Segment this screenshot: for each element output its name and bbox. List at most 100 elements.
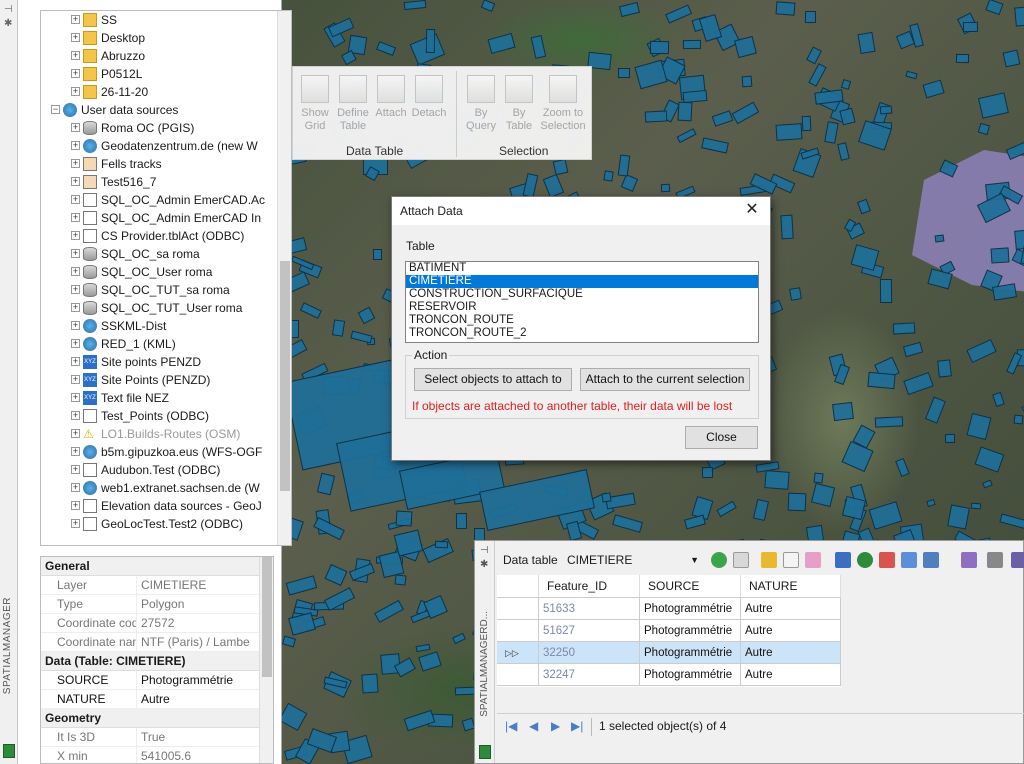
close-icon[interactable]: ✕ <box>742 200 762 220</box>
building-polygon[interactable] <box>650 41 670 55</box>
building-polygon[interactable] <box>618 67 630 78</box>
expander-icon[interactable]: + <box>71 519 80 528</box>
copy-icon[interactable] <box>783 552 799 568</box>
building-polygon[interactable] <box>456 513 468 530</box>
select-icon[interactable] <box>901 552 917 568</box>
building-polygon[interactable] <box>300 302 322 319</box>
building-polygon[interactable] <box>552 158 569 175</box>
property-row[interactable]: SOURCE Photogrammétrie <box>41 671 273 690</box>
table-listbox[interactable]: BATIMENT CIMETIERE CONSTRUCTION_SURFACIQUE… <box>405 261 759 343</box>
property-row[interactable]: It Is 3D True <box>41 728 273 747</box>
table-cell[interactable]: 32250 <box>539 642 640 664</box>
delete-icon[interactable] <box>879 552 895 568</box>
building-polygon[interactable] <box>634 59 668 90</box>
building-polygon[interactable] <box>840 78 852 90</box>
building-polygon[interactable] <box>285 575 318 597</box>
expander-icon[interactable]: + <box>71 195 80 204</box>
building-polygon[interactable] <box>977 123 991 136</box>
building-polygon[interactable] <box>922 79 945 98</box>
property-row[interactable]: Layer CIMETIERE <box>41 576 273 595</box>
building-polygon[interactable] <box>879 278 892 303</box>
building-polygon[interactable] <box>966 413 992 441</box>
property-row[interactable]: Type Polygon <box>41 595 273 614</box>
table-list-item[interactable]: TRONCON_ROUTE_2 <box>406 327 758 340</box>
building-polygon[interactable] <box>618 154 631 177</box>
next-record-icon[interactable]: ▶ <box>551 719 560 733</box>
building-polygon[interactable] <box>990 247 1009 264</box>
pin-icon[interactable]: ⊣ <box>480 545 489 556</box>
row-header[interactable]: ▷▷ <box>497 642 539 664</box>
prev-record-icon[interactable]: ◀ <box>529 719 538 733</box>
property-row[interactable]: Coordinate name NTF (Paris) / Lambe <box>41 633 273 652</box>
expander-icon[interactable]: + <box>71 429 80 438</box>
building-polygon[interactable] <box>542 173 564 199</box>
close-icon[interactable]: ✱ <box>4 18 12 29</box>
building-polygon[interactable] <box>806 46 823 65</box>
building-polygon[interactable] <box>977 91 1010 119</box>
building-polygon[interactable] <box>841 441 874 473</box>
building-polygon[interactable] <box>357 307 376 325</box>
building-polygon[interactable] <box>945 434 956 444</box>
building-polygon[interactable] <box>376 41 397 57</box>
building-polygon[interactable] <box>875 416 903 429</box>
data-source-tree[interactable]: + SS + Desktop + Abruzzo + P0512L +26-11-20 − User… <box>40 10 292 546</box>
building-polygon[interactable] <box>836 142 851 162</box>
building-polygon[interactable] <box>832 401 854 421</box>
building-polygon[interactable] <box>974 446 1005 473</box>
building-polygon[interactable] <box>970 502 981 510</box>
expander-icon[interactable]: + <box>71 285 80 294</box>
pin-icon[interactable]: ⊣ <box>4 4 13 15</box>
refresh-icon[interactable] <box>711 552 727 568</box>
table-list-item[interactable]: RESERVOIR <box>406 301 758 314</box>
building-polygon[interactable] <box>925 396 946 423</box>
property-row[interactable]: Coordinate code 27572 <box>41 614 273 633</box>
building-polygon[interactable] <box>787 492 807 511</box>
building-polygon[interactable] <box>985 0 1004 16</box>
building-polygon[interactable] <box>645 110 668 123</box>
table-cell[interactable]: 51633 <box>539 598 640 620</box>
building-polygon[interactable] <box>867 371 896 389</box>
expander-icon[interactable]: + <box>71 213 80 222</box>
define-table-button[interactable]: Define Table <box>333 73 373 143</box>
building-polygon[interactable] <box>684 514 707 530</box>
building-polygon[interactable] <box>394 574 407 586</box>
select-by-query-button[interactable]: By Query <box>461 73 501 143</box>
building-polygon[interactable] <box>403 710 436 732</box>
building-polygon[interactable] <box>403 0 427 10</box>
building-polygon[interactable] <box>752 499 769 522</box>
expander-icon[interactable]: + <box>71 123 80 132</box>
building-polygon[interactable] <box>868 501 903 530</box>
building-polygon[interactable] <box>804 11 816 24</box>
expander-icon[interactable]: + <box>71 141 80 150</box>
property-category[interactable]: Data (Table: CIMETIERE) <box>41 652 273 671</box>
building-polygon[interactable] <box>992 391 1005 408</box>
column-header[interactable]: NATURE <box>741 575 841 598</box>
table-cell[interactable]: Autre <box>741 664 841 686</box>
building-polygon[interactable] <box>701 466 713 478</box>
table-select[interactable]: CIMETIERE ▼ <box>563 549 703 571</box>
table-list-item[interactable]: TRONCON_ROUTE <box>406 314 758 327</box>
table-cell[interactable]: Photogrammétrie <box>640 598 741 620</box>
building-polygon[interactable] <box>324 563 348 586</box>
row-header[interactable] <box>497 598 539 620</box>
building-polygon[interactable] <box>620 173 638 192</box>
expander-icon[interactable]: + <box>71 267 80 276</box>
building-polygon[interactable] <box>808 62 827 87</box>
building-polygon[interactable] <box>418 651 442 672</box>
expander-icon[interactable]: + <box>71 339 80 348</box>
building-polygon[interactable] <box>676 127 697 143</box>
expander-icon[interactable]: + <box>71 393 80 402</box>
edit-icon[interactable] <box>961 552 977 568</box>
building-polygon[interactable] <box>711 110 734 127</box>
building-polygon[interactable] <box>434 540 448 549</box>
filter-icon[interactable] <box>761 552 777 568</box>
property-category[interactable]: Geometry <box>41 709 273 728</box>
close-button[interactable]: Close <box>685 426 758 449</box>
property-row[interactable]: NATURE Autre <box>41 690 273 709</box>
data-grid[interactable]: Feature_ID SOURCE NATURE 51633 Photogramm… <box>497 575 841 687</box>
expander-icon[interactable]: + <box>71 357 80 366</box>
building-polygon[interactable] <box>282 635 297 648</box>
building-polygon[interactable] <box>966 338 997 363</box>
properties-grid[interactable]: General Layer CIMETIERE Type Polygon Coordina… <box>40 556 274 764</box>
select-objects-button[interactable]: Select objects to attach to <box>414 368 572 391</box>
